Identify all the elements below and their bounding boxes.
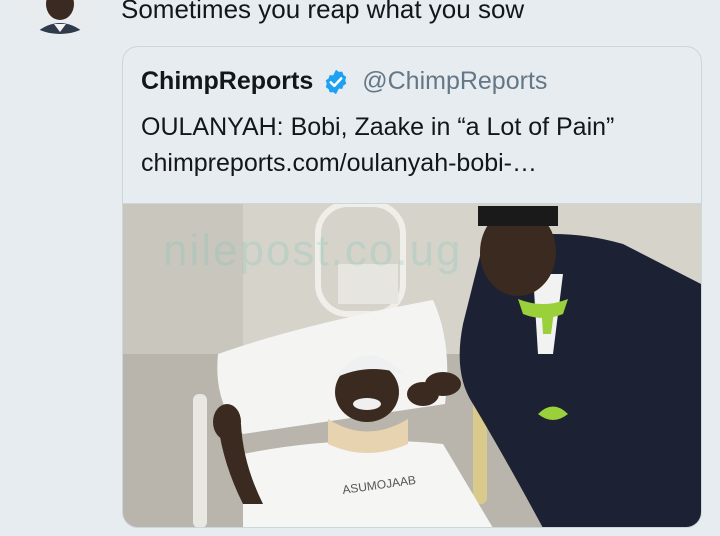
avatar[interactable] [20,0,100,34]
quoted-tweet-title: OULANYAH: Bobi, Zaake in “a Lot of Pain” [141,113,615,141]
avatar-image [20,0,100,34]
photo-watermark: nilepost.co.ug [163,226,463,275]
verified-badge-icon [322,68,350,96]
quoted-tweet-header: ChimpReports @ChimpReports [141,67,547,96]
quoted-display-name[interactable]: ChimpReports [141,67,313,96]
quoted-handle[interactable]: @ChimpReports [362,67,547,96]
quoted-tweet-link[interactable]: chimpreports.com/oulanyah-bobi-… [141,149,537,178]
quoted-tweet-card[interactable]: ChimpReports @ChimpReports OULANYAH: Bob… [122,46,702,528]
tweet-text: Sometimes you reap what you sow [121,0,525,24]
quoted-tweet-photo[interactable]: ASUMOJAAB nilepost.co.ug [123,203,701,527]
